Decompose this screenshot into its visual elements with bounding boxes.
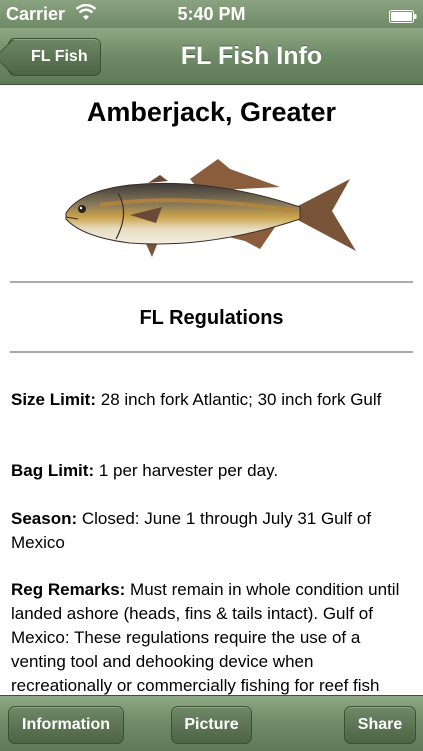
fish-name: Amberjack, Greater: [86, 97, 337, 127]
regulation-label: Bag Limit:: [11, 461, 95, 480]
back-button-label: FL Fish: [31, 48, 88, 65]
regulation-size-limit: Size Limit: 28 inch fork Atlantic; 30 in…: [11, 388, 409, 412]
regulation-value: 28 inch fork Atlantic; 30 inch fork Gulf: [96, 390, 382, 409]
status-time: 5:40 PM: [177, 4, 246, 24]
regulation-value: 1 per harvester per day.: [94, 461, 279, 480]
picture-button[interactable]: Picture: [171, 706, 252, 744]
regulation-bag-limit: Bag Limit: 1 per harvester per day.: [11, 459, 409, 483]
back-button[interactable]: FL Fish: [8, 38, 101, 76]
section-title: FL Regulations: [139, 307, 284, 329]
navigation-bar: FL Fish FL Fish Info: [0, 28, 423, 85]
regulation-remarks: Reg Remarks: Must remain in whole condit…: [11, 578, 409, 695]
information-button[interactable]: Information: [8, 706, 124, 744]
battery-icon: [389, 7, 417, 23]
bottom-toolbar: Information Picture Share: [0, 695, 423, 751]
fish-illustration: [60, 157, 360, 277]
regulation-label: Season:: [11, 509, 78, 528]
page-title: FL Fish Info: [180, 42, 323, 70]
share-button[interactable]: Share: [344, 706, 416, 744]
divider-top: [10, 281, 413, 283]
fish-info-content[interactable]: Amberjack, Greater FL Regulations Size L…: [0, 85, 423, 695]
status-bar: Carrier 5:40 PM: [0, 0, 423, 28]
regulation-label: Reg Remarks:: [11, 580, 126, 599]
regulation-season: Season: Closed: June 1 through July 31 G…: [11, 507, 409, 555]
regulation-label: Size Limit:: [11, 390, 97, 409]
divider-bottom: [10, 351, 413, 353]
